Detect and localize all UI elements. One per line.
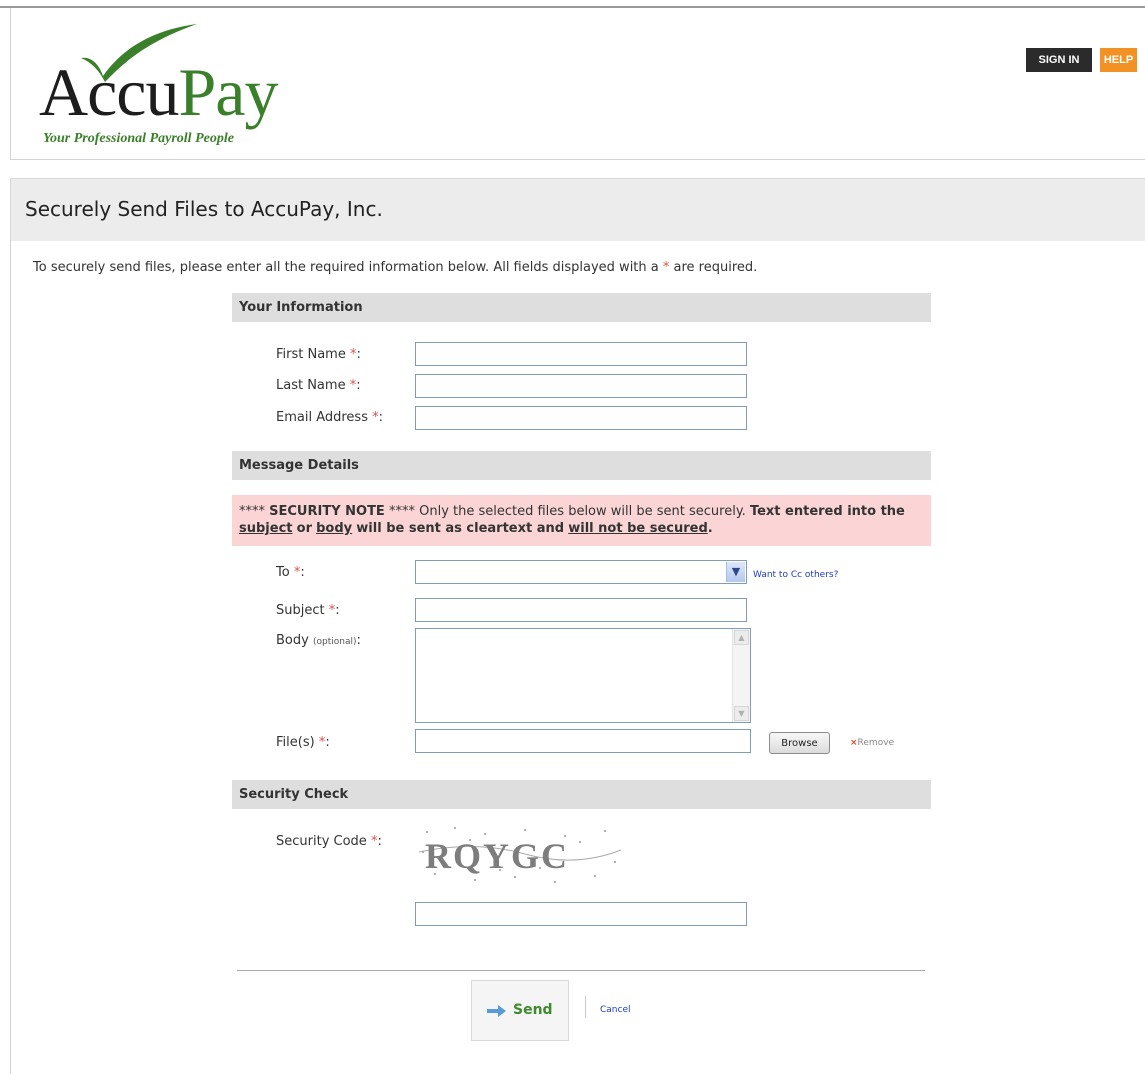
note-or-word: or — [296, 521, 312, 536]
label-colon: : — [378, 410, 384, 425]
section-message-details: Message Details — [232, 451, 931, 480]
body-optional-note: (optional) — [312, 637, 357, 647]
to-label-text: To — [276, 565, 290, 580]
remove-label: Remove — [857, 738, 895, 748]
captcha-image: RQYGC — [415, 822, 623, 886]
arrow-right-icon — [487, 1005, 506, 1017]
label-colon: : — [325, 735, 330, 750]
body-label: Body (optional): — [276, 633, 361, 648]
send-button[interactable]: Send — [471, 980, 569, 1041]
logo-pay: Pay — [178, 54, 278, 130]
note-stars-prefix: **** — [239, 504, 265, 519]
site-header: AccuPay Your Professional Payroll People… — [10, 8, 1145, 160]
body-label-text: Body — [276, 633, 309, 648]
button-separator — [585, 996, 586, 1018]
logo-wordmark: AccuPay — [39, 58, 278, 126]
subject-label-text: Subject — [276, 603, 325, 618]
to-select[interactable]: ▼ — [415, 560, 747, 584]
first-name-label: First Name *: — [276, 347, 361, 362]
chevron-down-icon[interactable]: ▼ — [726, 562, 745, 582]
email-label-text: Email Address — [276, 410, 368, 425]
captcha-text: RQYGC — [425, 836, 569, 876]
note-bold-text: Text entered into the — [749, 504, 905, 519]
body-scrollbar[interactable]: ▲ ▼ — [732, 629, 750, 722]
security-code-label-text: Security Code — [276, 834, 367, 849]
subject-label: Subject *: — [276, 603, 340, 618]
scroll-up-icon[interactable]: ▲ — [734, 630, 749, 645]
note-subject-word: subject — [239, 521, 293, 536]
label-colon: : — [356, 347, 361, 362]
note-not-secured: will not be secured — [568, 521, 708, 536]
label-colon: : — [300, 565, 305, 580]
body-textarea[interactable]: ▲ ▼ — [415, 628, 751, 723]
note-body-word: body — [316, 521, 353, 536]
note-stars-suffix: **** — [388, 504, 415, 519]
security-code-label: Security Code *: — [276, 834, 382, 849]
email-input[interactable] — [415, 406, 747, 430]
intro-text-main: To securely send files, please enter all… — [33, 260, 659, 275]
file-path-input[interactable] — [415, 729, 751, 753]
subject-input[interactable] — [415, 598, 747, 622]
first-name-label-text: First Name — [276, 347, 346, 362]
page-title: Securely Send Files to AccuPay, Inc. — [25, 197, 383, 221]
logo-tagline: Your Professional Payroll People — [43, 131, 234, 146]
last-name-label: Last Name *: — [276, 378, 361, 393]
cc-others-link[interactable]: Want to Cc others? — [753, 570, 838, 580]
remove-file-link[interactable]: ×Remove — [850, 738, 894, 748]
label-colon: : — [335, 603, 340, 618]
security-note: **** SECURITY NOTE **** Only the selecte… — [232, 495, 931, 546]
sign-in-button[interactable]: SIGN IN — [1026, 48, 1092, 72]
help-button[interactable]: HELP — [1100, 48, 1137, 72]
last-name-label-text: Last Name — [276, 378, 346, 393]
intro-text: To securely send files, please enter all… — [33, 260, 757, 275]
label-colon: : — [356, 378, 361, 393]
last-name-input[interactable] — [415, 374, 747, 398]
section-your-information: Your Information — [232, 293, 931, 322]
note-period: . — [707, 521, 713, 536]
browse-button[interactable]: Browse — [769, 732, 830, 754]
files-label: File(s) *: — [276, 735, 330, 750]
intro-text-end: are required. — [673, 260, 758, 275]
section-security-check: Security Check — [232, 780, 931, 809]
send-label: Send — [513, 1002, 553, 1018]
note-bold-text-2: will be sent as cleartext and — [356, 521, 565, 536]
cancel-link[interactable]: Cancel — [600, 1005, 631, 1015]
files-label-text: File(s) — [276, 735, 315, 750]
label-colon: : — [356, 633, 361, 648]
logo-accu: Accu — [39, 54, 179, 130]
security-code-input[interactable] — [415, 902, 747, 926]
note-text: Only the selected files below will be se… — [419, 504, 746, 519]
first-name-input[interactable] — [415, 342, 747, 366]
divider — [237, 970, 925, 971]
remove-x-icon: × — [850, 738, 858, 748]
content-border — [10, 178, 11, 1074]
label-colon: : — [377, 834, 382, 849]
email-label: Email Address *: — [276, 410, 383, 425]
accupay-logo[interactable]: AccuPay Your Professional Payroll People — [23, 18, 323, 153]
to-label: To *: — [276, 565, 305, 580]
scroll-down-icon[interactable]: ▼ — [734, 706, 749, 721]
required-asterisk: * — [662, 260, 670, 275]
title-bar: Securely Send Files to AccuPay, Inc. — [11, 178, 1145, 241]
note-title: SECURITY NOTE — [269, 504, 385, 519]
